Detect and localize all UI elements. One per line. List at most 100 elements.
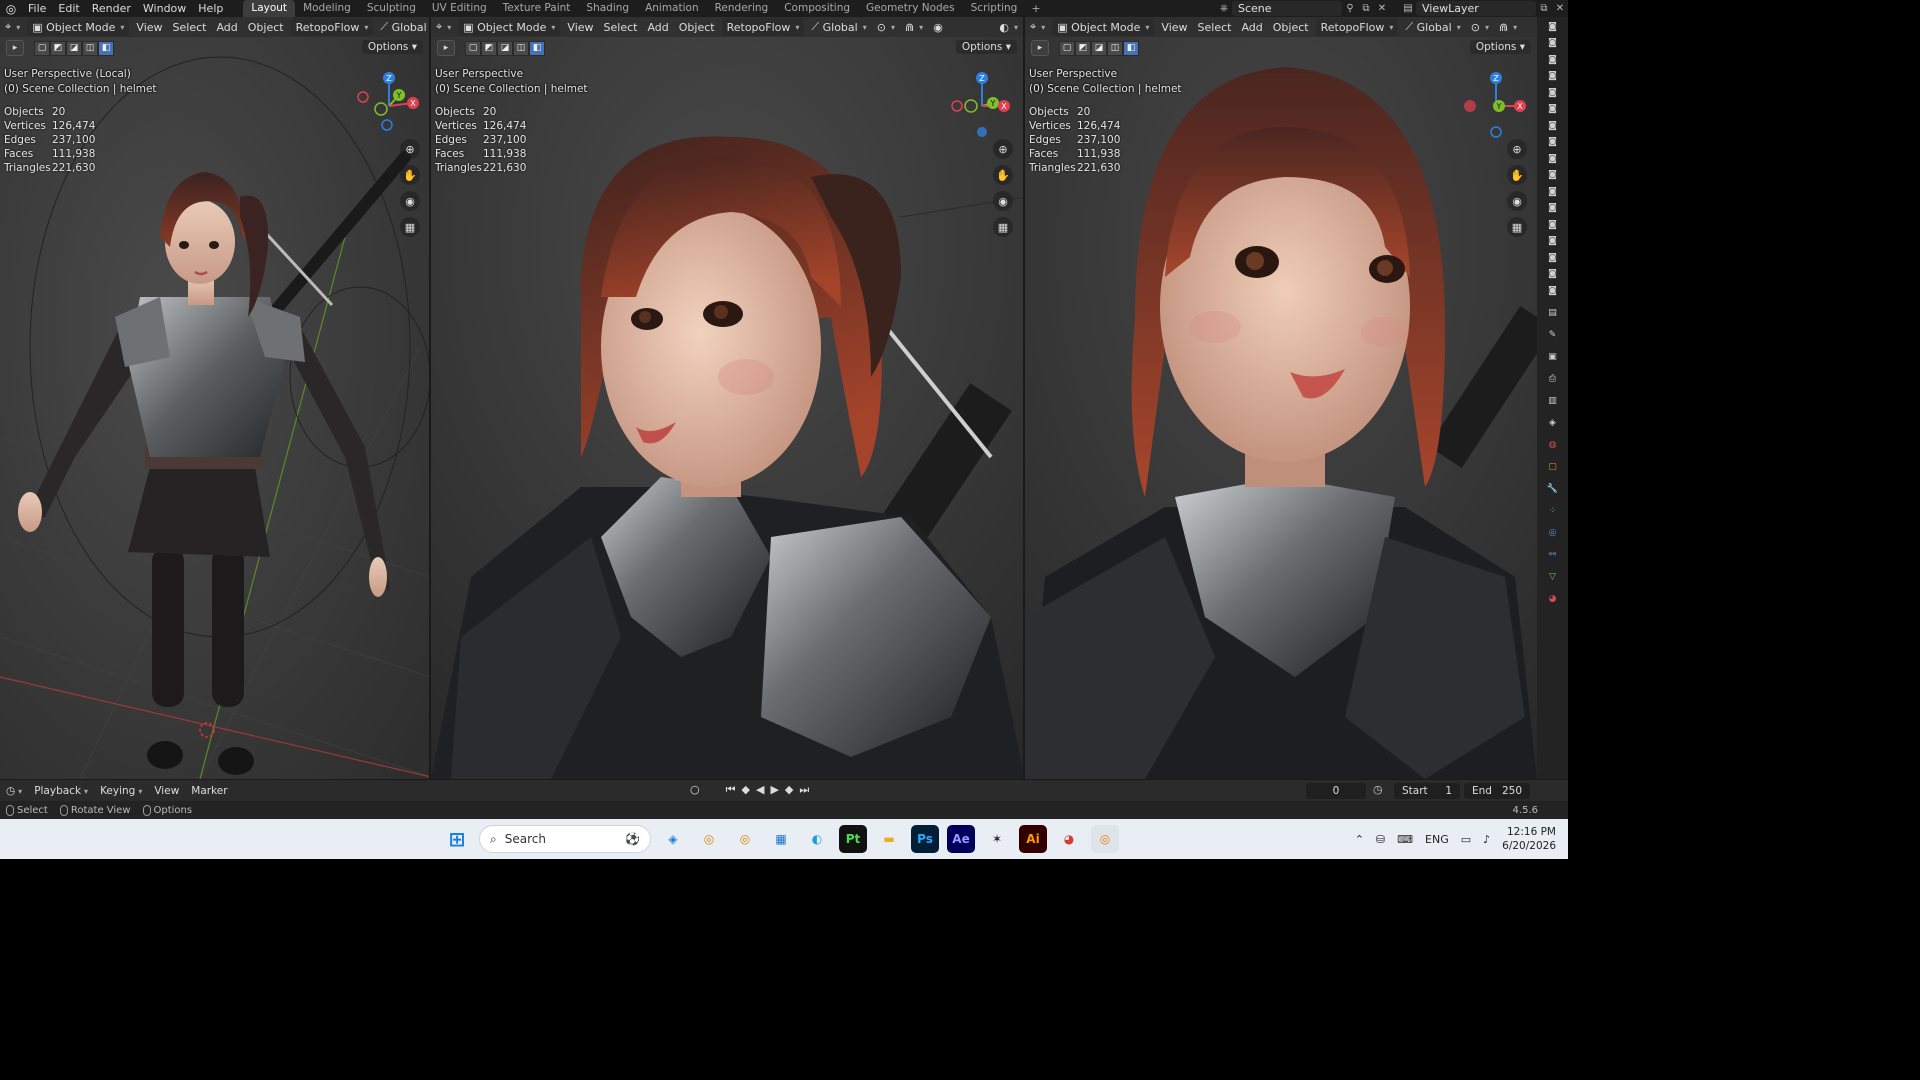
camera-icon[interactable]: ◙ (1545, 168, 1561, 182)
select-extend-icon[interactable]: ◩ (1075, 40, 1091, 56)
menu-file[interactable]: File (22, 0, 52, 17)
tab-rendering[interactable]: Rendering (707, 0, 777, 17)
camera-icon[interactable]: ◙ (1545, 152, 1561, 166)
ortho-grid-icon[interactable]: ▦ (1507, 217, 1527, 237)
language-indicator[interactable]: ENG (1425, 833, 1449, 846)
retopoflow-dropdown[interactable]: RetopoFlow ▾ (721, 18, 805, 36)
view-layer-selector[interactable]: ViewLayer (1416, 1, 1536, 16)
select-intersect-icon[interactable]: ◧ (529, 40, 545, 56)
retopoflow-dropdown[interactable]: RetopoFlow ▾ (1315, 18, 1399, 36)
windows-start-icon[interactable]: ⊞ (443, 825, 471, 853)
modifier-properties-icon[interactable]: 🔧 (1545, 482, 1561, 496)
menu-add[interactable]: Add (642, 18, 673, 36)
constraint-properties-icon[interactable]: ⚯ (1545, 548, 1561, 562)
object-properties-icon[interactable]: ▢ (1545, 460, 1561, 474)
select-new-icon[interactable]: ▢ (465, 40, 481, 56)
data-properties-icon[interactable]: ▽ (1545, 570, 1561, 584)
blender-app-icon[interactable]: ◎ (695, 825, 723, 853)
select-extend-icon[interactable]: ◩ (481, 40, 497, 56)
orientation-dropdown[interactable]: ⟋ Global▾ (375, 18, 429, 36)
select-intersect-icon[interactable]: ◧ (1123, 40, 1139, 56)
camera-icon[interactable]: ◙ (1545, 218, 1561, 232)
navigation-gizmo[interactable]: Z Y X (1461, 71, 1531, 141)
pan-hand-icon[interactable]: ✋ (1507, 165, 1527, 185)
keyboard-icon[interactable]: ⌨ (1397, 833, 1413, 846)
tray-chevron-icon[interactable]: ⌃ (1355, 833, 1364, 846)
prev-keyframe-icon[interactable]: ◆ (742, 783, 750, 797)
options-dropdown[interactable]: Options ▾ (1469, 40, 1531, 54)
camera-icon[interactable]: ◙ (1545, 119, 1561, 133)
select-extend-icon[interactable]: ◩ (50, 40, 66, 56)
tab-shading[interactable]: Shading (578, 0, 637, 17)
ortho-grid-icon[interactable]: ▦ (993, 217, 1013, 237)
microsoft-store-icon[interactable]: ▦ (767, 825, 795, 853)
tab-uv-editing[interactable]: UV Editing (424, 0, 495, 17)
output-properties-icon[interactable]: ⎙ (1545, 372, 1561, 386)
select-intersect-icon[interactable]: ◧ (98, 40, 114, 56)
select-difference-icon[interactable]: ◫ (1107, 40, 1123, 56)
tab-geometry-nodes[interactable]: Geometry Nodes (858, 0, 963, 17)
select-difference-icon[interactable]: ◫ (82, 40, 98, 56)
camera-icon[interactable]: ◙ (1545, 284, 1561, 298)
menu-object[interactable]: Object (674, 18, 720, 36)
timeline-editor-icon[interactable]: ◷ ▾ (0, 785, 28, 797)
mode-dropdown[interactable]: ▣ Object Mode ▾ (1052, 18, 1155, 36)
taskbar-search[interactable]: ⌕ Search ⚽ (479, 825, 651, 853)
camera-icon[interactable]: ◙ (1545, 69, 1561, 83)
camera-view-icon[interactable]: ◉ (1507, 191, 1527, 211)
zoom-icon[interactable]: ⊕ (1507, 139, 1527, 159)
file-explorer-icon[interactable]: ▬ (875, 825, 903, 853)
tab-layout[interactable]: Layout (243, 0, 296, 17)
viewport-2[interactable]: ⌖ ▾ ▣ Object Mode ▾ View Select Add Object… (431, 17, 1025, 779)
pin-icon[interactable]: ⚲ (1342, 1, 1358, 16)
world-properties-icon[interactable]: ◍ (1545, 438, 1561, 452)
options-dropdown[interactable]: Options ▾ (955, 40, 1017, 54)
scene-selector[interactable]: Scene (1232, 1, 1342, 16)
delete-scene-icon[interactable]: ✕ (1374, 1, 1390, 16)
camera-icon[interactable]: ◙ (1545, 185, 1561, 199)
ortho-grid-icon[interactable]: ▦ (400, 217, 420, 237)
pan-hand-icon[interactable]: ✋ (400, 165, 420, 185)
menu-select[interactable]: Select (168, 18, 212, 36)
network-icon[interactable]: ▭ (1461, 833, 1471, 846)
select-subtract-icon[interactable]: ◪ (497, 40, 513, 56)
menu-object[interactable]: Object (243, 18, 289, 36)
keying-menu[interactable]: Keying ▾ (94, 785, 148, 797)
camera-view-icon[interactable]: ◉ (400, 191, 420, 211)
preview-range-icon[interactable]: ◷ (1373, 783, 1383, 796)
proportional-edit-icon[interactable]: ◉ (928, 18, 948, 36)
camera-icon[interactable]: ◙ (1545, 201, 1561, 215)
marker-menu[interactable]: Marker (185, 785, 233, 797)
camera-icon[interactable]: ◙ (1545, 251, 1561, 265)
zoom-icon[interactable]: ⊕ (400, 139, 420, 159)
camera-icon[interactable]: ◙ (1545, 86, 1561, 100)
tab-scripting[interactable]: Scripting (963, 0, 1026, 17)
select-subtract-icon[interactable]: ◪ (66, 40, 82, 56)
volume-icon[interactable]: ♪ (1483, 833, 1490, 846)
menu-view[interactable]: View (1156, 18, 1192, 36)
camera-icon[interactable]: ◙ (1545, 53, 1561, 67)
jump-start-icon[interactable]: ⏮ (726, 783, 736, 797)
pan-hand-icon[interactable]: ✋ (993, 165, 1013, 185)
blender-app-icon[interactable]: ◎ (731, 825, 759, 853)
editor-type-icon[interactable]: ⌖ ▾ (431, 18, 456, 36)
menu-add[interactable]: Add (1236, 18, 1267, 36)
tab-texture-paint[interactable]: Texture Paint (495, 0, 579, 17)
tab-modeling[interactable]: Modeling (295, 0, 359, 17)
menu-view[interactable]: View (562, 18, 598, 36)
camera-icon[interactable]: ◙ (1545, 234, 1561, 248)
viewport-3[interactable]: ⌖ ▾ ▣ Object Mode ▾ View Select Add Object… (1025, 17, 1537, 779)
end-frame-field[interactable]: End 250 (1464, 783, 1530, 799)
copilot-icon[interactable]: ◈ (659, 825, 687, 853)
camera-icon[interactable]: ◙ (1545, 20, 1561, 34)
pycharm-icon[interactable]: Pt (839, 825, 867, 853)
add-workspace-plus-icon[interactable]: + (1025, 2, 1046, 15)
retopoflow-dropdown[interactable]: RetopoFlow ▾ (290, 18, 374, 36)
menu-edit[interactable]: Edit (52, 0, 85, 17)
new-view-layer-icon[interactable]: ⧉ (1536, 1, 1552, 16)
menu-window[interactable]: Window (137, 0, 192, 17)
particle-properties-icon[interactable]: ⁘ (1545, 504, 1561, 518)
pivot-icon[interactable]: ⊙ ▾ (1466, 18, 1494, 36)
menu-select[interactable]: Select (599, 18, 643, 36)
edge-browser-icon[interactable]: ◐ (803, 825, 831, 853)
